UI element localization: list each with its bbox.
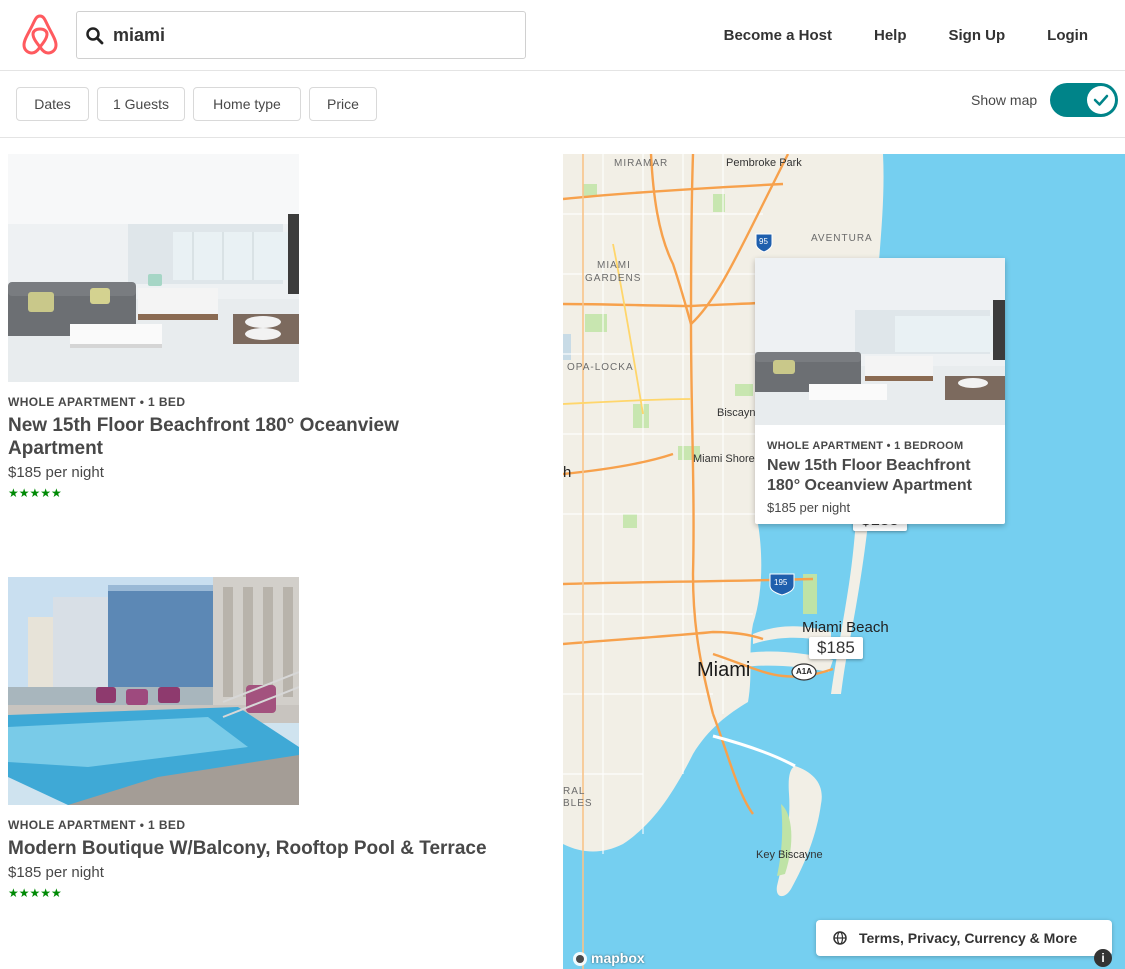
map-label-edge: h (563, 464, 572, 481)
nav-help-link[interactable]: Help (853, 27, 928, 44)
map-label-pembroke-park: Pembroke Park (726, 157, 802, 169)
map-label-key-biscayne: Key Biscayne (756, 849, 823, 861)
map-label-miami: Miami (697, 659, 751, 681)
listing-photo[interactable] (8, 577, 299, 805)
nav-login-link[interactable]: Login (1026, 27, 1125, 44)
listing-price: $185 per night (8, 864, 104, 881)
listing-price: $185 per night (8, 464, 104, 481)
terms-privacy-label: Terms, Privacy, Currency & More (859, 930, 1078, 946)
map-label-miami-gardens-1: MIAMI (597, 260, 631, 271)
popup-photo[interactable] (755, 258, 1005, 425)
popup-kicker: WHOLE APARTMENT • 1 BEDROOM (767, 440, 964, 452)
search-input[interactable] (113, 22, 493, 48)
map-label-edge: BLES (563, 798, 593, 809)
price-filter-button[interactable]: Price (309, 87, 377, 121)
listing-title[interactable]: Modern Boutique W/Balcony, Rooftop Pool … (8, 837, 553, 860)
guests-filter-button[interactable]: 1 Guests (97, 87, 185, 121)
map-label-miami-gardens-2: GARDENS (585, 273, 642, 284)
terms-privacy-button[interactable]: Terms, Privacy, Currency & More (816, 920, 1112, 956)
listing-card[interactable]: WHOLE APARTMENT • 1 BED Modern Boutique … (8, 577, 553, 900)
globe-icon (833, 931, 847, 945)
listing-kicker: WHOLE APARTMENT • 1 BED (8, 395, 186, 409)
i195-shield-label: 195 (774, 578, 788, 587)
map-label-opa-locka: OPA-LOCKA (567, 362, 634, 373)
info-icon[interactable]: i (1094, 949, 1112, 967)
pool-photo-image (8, 577, 299, 805)
show-map-toggle[interactable] (1050, 83, 1118, 117)
show-map-label: Show map (971, 92, 1038, 108)
home-type-filter-button[interactable]: Home type (193, 87, 301, 121)
star-rating: ★★★★★ (8, 486, 62, 500)
filter-bar: Dates 1 Guests Home type Price Show map (0, 71, 1125, 138)
search-box[interactable] (76, 11, 526, 59)
header: Become a Host Help Sign Up Login (0, 0, 1125, 71)
map-label-miami-beach: Miami Beach (802, 619, 889, 636)
i95-shield-label: 95 (759, 237, 768, 246)
check-icon (1093, 94, 1109, 106)
popup-title[interactable]: New 15th Floor Beachfront 180° Oceanview… (767, 456, 999, 496)
map-label-edge: RAL (563, 786, 586, 797)
listing-card[interactable]: WHOLE APARTMENT • 1 BED New 15th Floor B… (8, 154, 553, 500)
map-label-miramar: MIRAMAR (614, 158, 669, 169)
map-listing-popup[interactable]: WHOLE APARTMENT • 1 BEDROOM New 15th Flo… (755, 258, 1005, 524)
apartment-photo-image (8, 154, 299, 382)
apartment-photo-image (755, 258, 1005, 425)
listing-kicker: WHOLE APARTMENT • 1 BED (8, 818, 186, 832)
a1a-shield-label: A1A (796, 667, 813, 676)
map-label-miami-shores: Miami Shores (693, 453, 761, 465)
map-label-aventura: AVENTURA (811, 233, 873, 244)
listing-title[interactable]: New 15th Floor Beachfront 180° Oceanview… (8, 414, 448, 460)
dates-filter-button[interactable]: Dates (16, 87, 89, 121)
search-icon (86, 27, 104, 45)
toggle-knob (1087, 86, 1115, 114)
airbnb-logo-icon[interactable] (18, 12, 62, 56)
mapbox-attribution-logo[interactable]: mapbox (591, 950, 645, 966)
nav-sign-up-link[interactable]: Sign Up (928, 27, 1027, 44)
map-panel[interactable]: MIRAMAR Pembroke Park AVENTURA MIAMI GAR… (563, 154, 1125, 969)
popup-price: $185 per night (767, 500, 851, 515)
price-marker[interactable]: $185 (809, 637, 863, 659)
top-nav: Become a Host Help Sign Up Login (703, 0, 1125, 70)
listing-photo[interactable] (8, 154, 299, 382)
star-rating: ★★★★★ (8, 886, 62, 900)
nav-become-host-link[interactable]: Become a Host (703, 27, 853, 44)
